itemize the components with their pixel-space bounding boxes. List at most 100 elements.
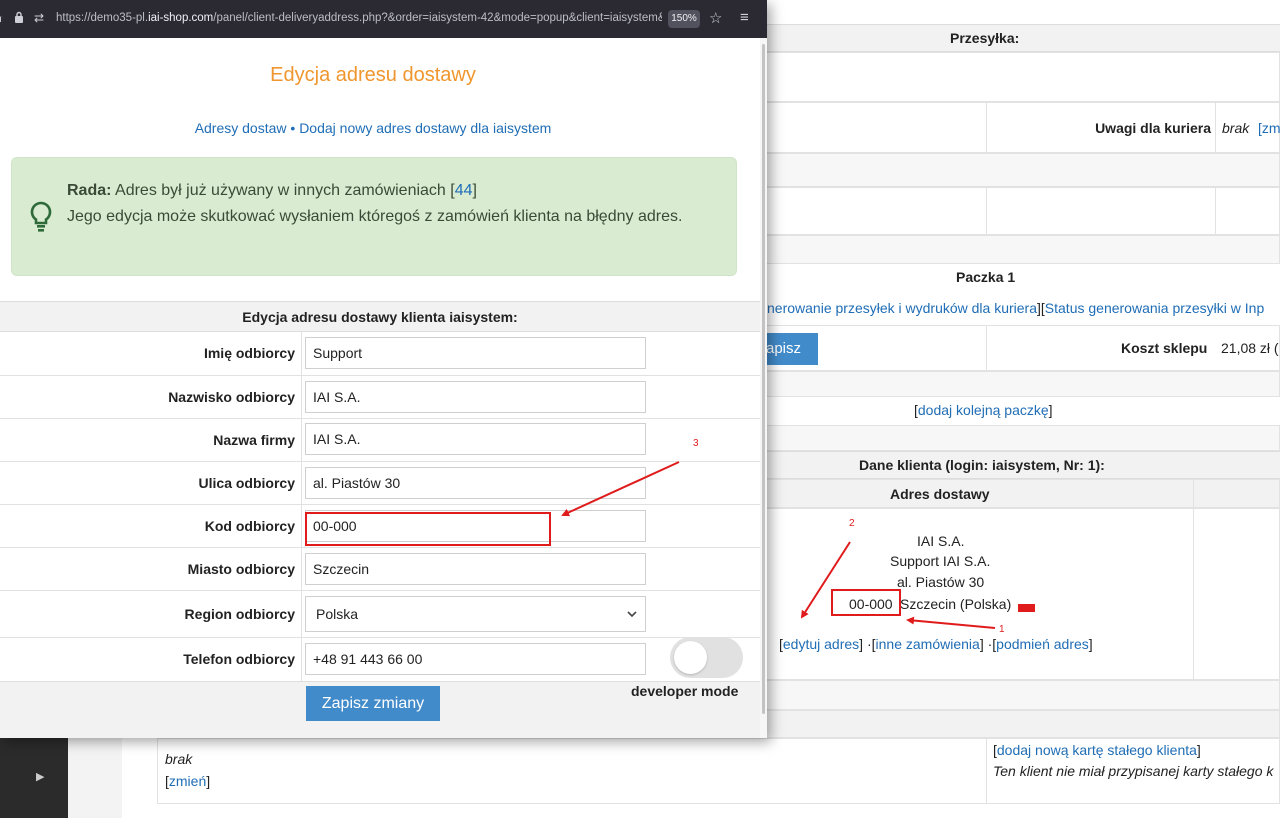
region-selected-value: Polska [316,606,359,622]
bg-row-3c [1215,187,1280,235]
zoom-badge[interactable]: 150% [668,10,700,28]
lock-icon[interactable] [14,11,24,27]
loyalty-change-row: [zmień] [165,773,211,789]
bg-row-3b [986,187,1216,235]
bg-row-4 [767,235,1280,264]
bg-row-7 [767,710,1280,738]
loyalty-change-link[interactable]: zmień [169,773,206,789]
delivery-address-header-cell: Adres dostawy [767,479,1194,508]
tip-line-1: Adres był już używany w innych zamówieni… [115,182,455,199]
delivery-address-popup: ◐ ⇄ https://demo35-pl.iai-shop.com/panel… [0,0,767,738]
developer-mode-label: developer mode [631,683,739,699]
chevron-down-icon [627,597,637,644]
url-path: /panel/client-deliveryaddress.php?&order… [213,12,662,24]
region-label: Region odbiorcy [0,591,302,637]
form-row-city: Miasto odbiorcy Szczecin [0,548,760,591]
bg-right-header-cell [1193,479,1280,508]
replace-address-link[interactable]: podmień adres [996,636,1089,652]
bg-row-add-package [767,371,1280,397]
courier-notes-value: brak [1222,120,1250,136]
shipment-status-link[interactable]: Status generowania przesyłki w Inp [1045,300,1264,316]
delivery-address-header: Adres dostawy [890,486,990,502]
lightbulb-icon [30,201,52,232]
bg-row-2 [767,153,1280,187]
browser-toolbar: ◐ ⇄ https://demo35-pl.iai-shop.com/panel… [0,0,767,38]
tip-label: Rada: [67,182,112,199]
package-title: Paczka 1 [956,269,1016,285]
popup-scrollbar-thumb[interactable] [762,44,765,714]
page-title: Edycja adresu dostawy [270,64,476,86]
developer-mode-toggle[interactable] [670,637,743,678]
bg-row-3a [767,187,987,235]
bg-row-1 [767,52,1280,102]
tip-line-1-end: ] [472,182,477,199]
company-label: Nazwa firmy [0,419,302,461]
generate-shipments-link[interactable]: nerowanie przesyłek i wydruków dla kurie… [767,300,1037,316]
form-row-phone: Telefon odbiorcy +48 91 443 66 00 [0,638,760,681]
address-actions: [edytuj adres] ·[inne zamówienia] ·[podm… [779,636,1093,652]
form-row-company: Nazwa firmy IAI S.A. [0,419,760,462]
bg-right-address-cell [1193,508,1280,680]
street-label: Ulica odbiorcy [0,462,302,504]
breadcrumb[interactable]: Adresy dostaw • Dodaj nowy adres dostawy… [0,120,746,136]
postal-code-input[interactable]: 00-000 [305,510,646,542]
bg-courier-label-cell: Uwagi dla kuriera [986,102,1216,153]
last-name-input[interactable]: IAI S.A. [305,381,646,413]
form-row-postal-code: Kod odbiorcy 00-000 [0,505,760,548]
menu-icon[interactable]: ≡ [740,9,749,26]
form-row-street: Ulica odbiorcy al. Piastów 30 [0,462,760,505]
bg-row-courier [767,102,987,153]
city-input[interactable]: Szczecin [305,553,646,585]
first-name-label: Imię odbiorcy [0,332,302,375]
first-name-input[interactable]: Support [305,337,646,369]
sidebar-expand-icon[interactable]: ▶ [36,770,44,783]
package-links-row: nerowanie przesyłek i wydruków dla kurie… [767,300,1264,316]
add-package-link[interactable]: dodaj kolejną paczkę [918,402,1049,418]
address-city: Szczecin (Polska) [900,596,1012,612]
background-save-button[interactable]: apisz [762,333,818,365]
bg-row-6 [767,680,1280,710]
bookmark-star-icon[interactable]: ☆ [709,9,722,27]
address-line-1: IAI S.A. [917,533,965,549]
shield-icon[interactable]: ◐ [0,11,5,26]
orders-count-link[interactable]: 44 [455,182,473,199]
shipment-header-label: Przesyłka: [950,30,1020,46]
tip-text: Rada: Adres był już używany w innych zam… [67,178,717,230]
street-input[interactable]: al. Piastów 30 [305,467,646,499]
address-line-2: Support IAI S.A. [890,553,991,569]
region-select[interactable]: Polska [305,596,646,632]
form-row-region: Region odbiorcy Polska [0,591,760,638]
address-bar[interactable]: https://demo35-pl.iai-shop.com/panel/cli… [56,12,662,24]
add-loyalty-card-link[interactable]: dodaj nową kartę stałego klienta [997,742,1197,758]
postal-code-label: Kod odbiorcy [0,505,302,547]
form-row-last-name: Nazwisko odbiorcy IAI S.A. [0,376,760,419]
add-card-row: [dodaj nową kartę stałego klienta] [993,742,1201,758]
bg-row-5 [767,425,1280,451]
shipment-header: Przesyłka: [767,24,1280,52]
address-zip: 00-000 [849,596,893,612]
loyalty-card-value: brak [165,751,193,767]
loyalty-card-info: Ten klient nie miał przypisanej karty st… [993,763,1274,779]
client-data-header-label: Dane klienta (login: iaisystem, Nr: 1): [859,457,1105,473]
shop-cost-value: 21,08 zł ( [1221,340,1279,356]
courier-notes-change-link[interactable]: [zm [1258,120,1280,136]
tip-alert: Rada: Adres był już używany w innych zam… [11,157,737,276]
courier-notes-label: Uwagi dla kuriera [1095,120,1211,136]
form-title: Edycja adresu dostawy klienta iaisystem: [0,301,760,332]
toggle-knob [674,641,707,674]
permissions-icon[interactable]: ⇄ [34,11,44,25]
address-line-3: al. Piastów 30 [897,574,985,590]
edit-address-link[interactable]: edytuj adres [783,636,859,652]
phone-input[interactable]: +48 91 443 66 00 [305,643,646,675]
shop-cost-label: Koszt sklepu [1121,340,1208,356]
url-prefix: https://demo35-pl. [56,12,149,24]
add-package-row: [dodaj kolejną paczkę] [914,402,1053,418]
save-changes-button[interactable]: Zapisz zmiany [306,686,440,721]
bg-row-package-b: Koszt sklepu 21,08 zł ( [986,325,1280,371]
admin-sidebar: ▶ [0,738,68,818]
url-domain: iai-shop.com [148,12,214,24]
company-input[interactable]: IAI S.A. [305,423,646,455]
other-orders-link[interactable]: inne zamówienia [876,636,980,652]
form-row-first-name: Imię odbiorcy Support [0,332,760,376]
links-separator: ][ [1037,300,1045,316]
